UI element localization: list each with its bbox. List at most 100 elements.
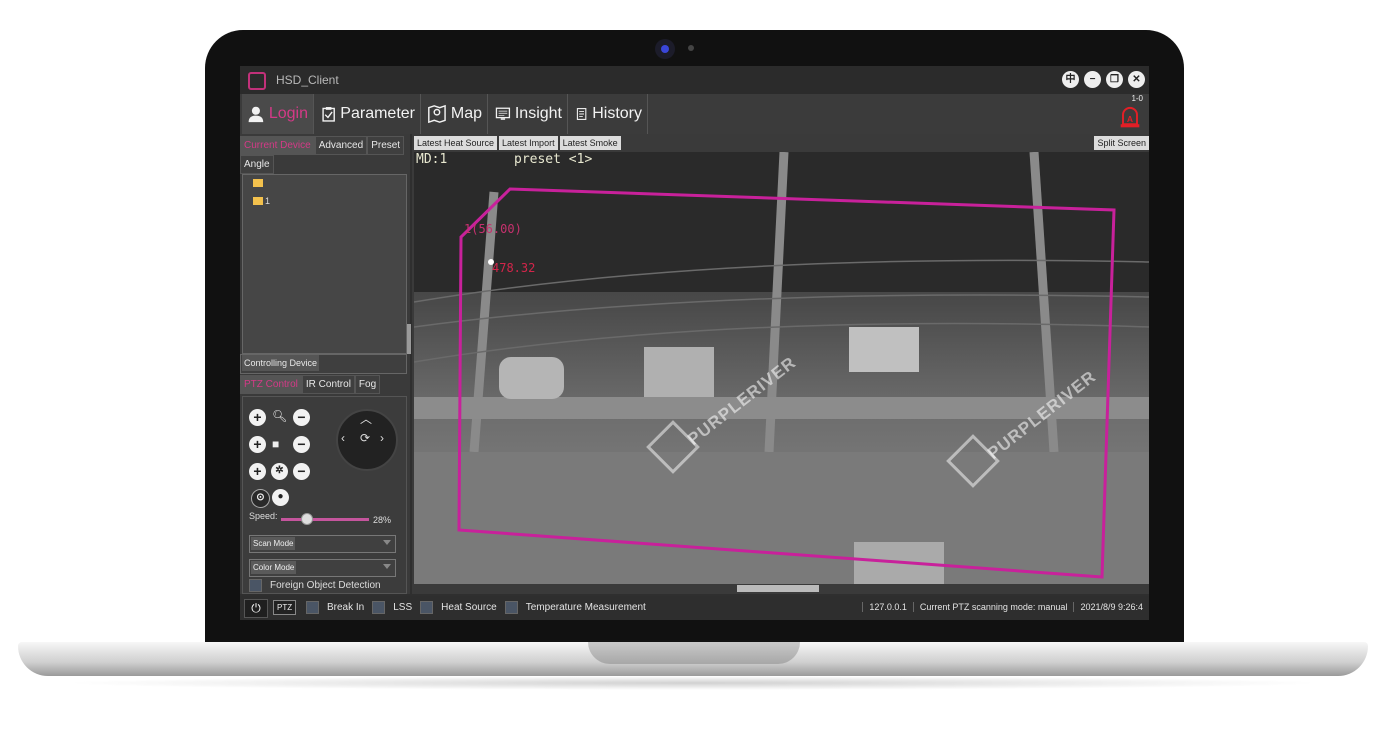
- menu-history[interactable]: History: [570, 94, 648, 134]
- minimize-button[interactable]: −: [1084, 71, 1101, 88]
- power-button[interactable]: ⏻: [244, 599, 268, 618]
- menu-parameter-label: Parameter: [340, 105, 415, 122]
- foreign-object-label: Foreign Object Detection: [270, 580, 381, 591]
- pan-left-icon[interactable]: ‹: [341, 431, 345, 445]
- break-in-checkbox[interactable]: [306, 601, 319, 614]
- menu-insight-label: Insight: [514, 105, 562, 122]
- menu-map-label: Map: [450, 105, 482, 122]
- iris-close-button[interactable]: −: [293, 463, 310, 480]
- language-button[interactable]: 中: [1062, 71, 1079, 88]
- map-icon: [428, 104, 446, 124]
- menu-insight[interactable]: Insight: [490, 94, 568, 134]
- clipboard-icon: [322, 107, 335, 122]
- status-bar: ⏻ PTZ Break In LSS Heat Source Temperatu…: [240, 596, 1149, 620]
- ptz-joystick[interactable]: ︿ ‹ ⟳ ›: [336, 409, 398, 471]
- laptop-shadow: [60, 676, 1326, 690]
- app-window: HSD_Client 中 − ❐ ✕ Login Parameter Map I…: [240, 66, 1149, 620]
- search-icon: 🔍︎: [272, 409, 288, 423]
- menu-login[interactable]: Login: [242, 94, 314, 134]
- tab-advanced[interactable]: Advanced: [314, 136, 368, 155]
- tree-scrollbar[interactable]: [407, 324, 411, 354]
- alarm-count: 1-0: [1131, 94, 1143, 103]
- split-screen-button[interactable]: Split Screen: [1094, 136, 1149, 150]
- ptz-badge[interactable]: PTZ: [273, 600, 297, 615]
- osd-md-label: MD:1: [416, 152, 448, 167]
- heat-source-label: Heat Source: [441, 602, 497, 613]
- menu-map[interactable]: Map: [422, 94, 488, 134]
- device-tabs: Current Device Advanced Preset: [240, 136, 405, 155]
- tree-item[interactable]: 1: [253, 196, 270, 206]
- controlling-device-label: Controlling Device: [242, 355, 320, 371]
- webcam-sensor: [688, 45, 694, 51]
- tab-latest-smoke[interactable]: Latest Smoke: [559, 136, 621, 150]
- tab-preset[interactable]: Preset: [367, 136, 405, 155]
- tab-fog[interactable]: Fog: [354, 375, 381, 394]
- focus-in-button[interactable]: +: [249, 436, 266, 453]
- speed-value: 28%: [373, 515, 392, 525]
- datetime: 2021/8/9 9:26:4: [1073, 602, 1149, 612]
- scan-mode-dropdown[interactable]: Scan Mode: [249, 535, 396, 553]
- pan-up-icon[interactable]: ︿: [360, 410, 372, 427]
- app-logo-icon: [248, 72, 266, 90]
- tab-ptz-control[interactable]: PTZ Control: [240, 375, 302, 394]
- tab-current-device[interactable]: Current Device: [240, 136, 315, 155]
- device-tree: 1: [242, 174, 407, 354]
- main-menu: Login Parameter Map Insight History 1-0 …: [240, 94, 1149, 134]
- zoom-out-button[interactable]: −: [293, 409, 310, 426]
- restore-button[interactable]: ❐: [1106, 71, 1123, 88]
- video-area: Latest Heat Source Latest Import Latest …: [412, 134, 1149, 594]
- ptz-tabs: PTZ Control IR Control Fog: [240, 375, 381, 394]
- alarm-icon[interactable]: A: [1115, 104, 1145, 132]
- window-controls: 中 − ❐ ✕: [1062, 71, 1145, 88]
- scan-mode-label: Scan Mode: [251, 537, 296, 550]
- auto-focus-button[interactable]: ⊙: [251, 489, 270, 508]
- folder-icon: [253, 179, 263, 187]
- controlling-device-dropdown[interactable]: Controlling Device: [240, 354, 407, 374]
- focus-out-button[interactable]: −: [293, 436, 310, 453]
- tab-latest-import[interactable]: Latest Import: [499, 136, 558, 150]
- heat-source-checkbox[interactable]: [420, 601, 434, 614]
- left-panel: Current Device Advanced Preset Angle 1 C…: [240, 134, 411, 594]
- speed-slider[interactable]: [281, 518, 369, 521]
- app-title: HSD_Client: [276, 73, 339, 87]
- close-button[interactable]: ✕: [1128, 71, 1145, 88]
- speed-slider-thumb[interactable]: [300, 513, 313, 525]
- user-icon: [248, 106, 264, 123]
- tab-angle[interactable]: Angle: [240, 155, 274, 174]
- temperature-measurement-checkbox[interactable]: [504, 601, 518, 614]
- speed-label: Speed:: [249, 511, 278, 521]
- color-mode-dropdown[interactable]: Color Mode: [249, 559, 396, 577]
- foreign-object-checkbox[interactable]: [249, 579, 262, 592]
- reset-icon[interactable]: ⟳: [360, 431, 370, 445]
- osd-preset-label: preset <1>: [514, 152, 593, 167]
- menu-login-label: Login: [268, 105, 308, 122]
- lss-label: LSS: [393, 602, 413, 613]
- menu-parameter[interactable]: Parameter: [316, 94, 421, 134]
- status-info: 127.0.0.1 Current PTZ scanning mode: man…: [862, 602, 1149, 612]
- menu-history-label: History: [592, 105, 642, 122]
- monitor-icon: [495, 107, 511, 120]
- temperature-zone-label: 1(56.00): [464, 222, 522, 236]
- tab-ir-control[interactable]: IR Control: [301, 375, 355, 394]
- ptz-control-panel: + 🔍︎ − + ■ − + ✲ − ⊙ ● ︿ ‹ ⟳ › Speed: 28…: [242, 396, 407, 594]
- pan-right-icon[interactable]: ›: [380, 431, 384, 445]
- lss-checkbox[interactable]: [372, 601, 386, 614]
- iris-open-button[interactable]: +: [249, 463, 266, 480]
- thermal-video-feed[interactable]: MD:1 preset <1> 1(56.00) 478.32 PURPLERI…: [414, 152, 1149, 584]
- color-mode-label: Color Mode: [251, 561, 297, 574]
- iris-icon: ✲: [271, 463, 288, 480]
- title-bar: HSD_Client 中 − ❐ ✕: [240, 66, 1149, 94]
- svg-text:A: A: [1127, 114, 1133, 124]
- webcam-icon: [655, 39, 675, 59]
- folder-icon: [253, 197, 263, 205]
- record-button[interactable]: ●: [272, 489, 289, 506]
- ip-address: 127.0.0.1: [862, 602, 913, 612]
- chevron-down-icon: [383, 564, 391, 569]
- scan-mode-status: Current PTZ scanning mode: manual: [912, 602, 1074, 612]
- status-checkboxes: Break In LSS Heat Source Temperature Mea…: [306, 601, 646, 614]
- document-icon: [576, 108, 587, 120]
- tab-latest-heat-source[interactable]: Latest Heat Source: [414, 136, 498, 150]
- tree-item[interactable]: [253, 179, 265, 187]
- zoom-in-button[interactable]: +: [249, 409, 266, 426]
- video-scrollbar[interactable]: [737, 585, 819, 592]
